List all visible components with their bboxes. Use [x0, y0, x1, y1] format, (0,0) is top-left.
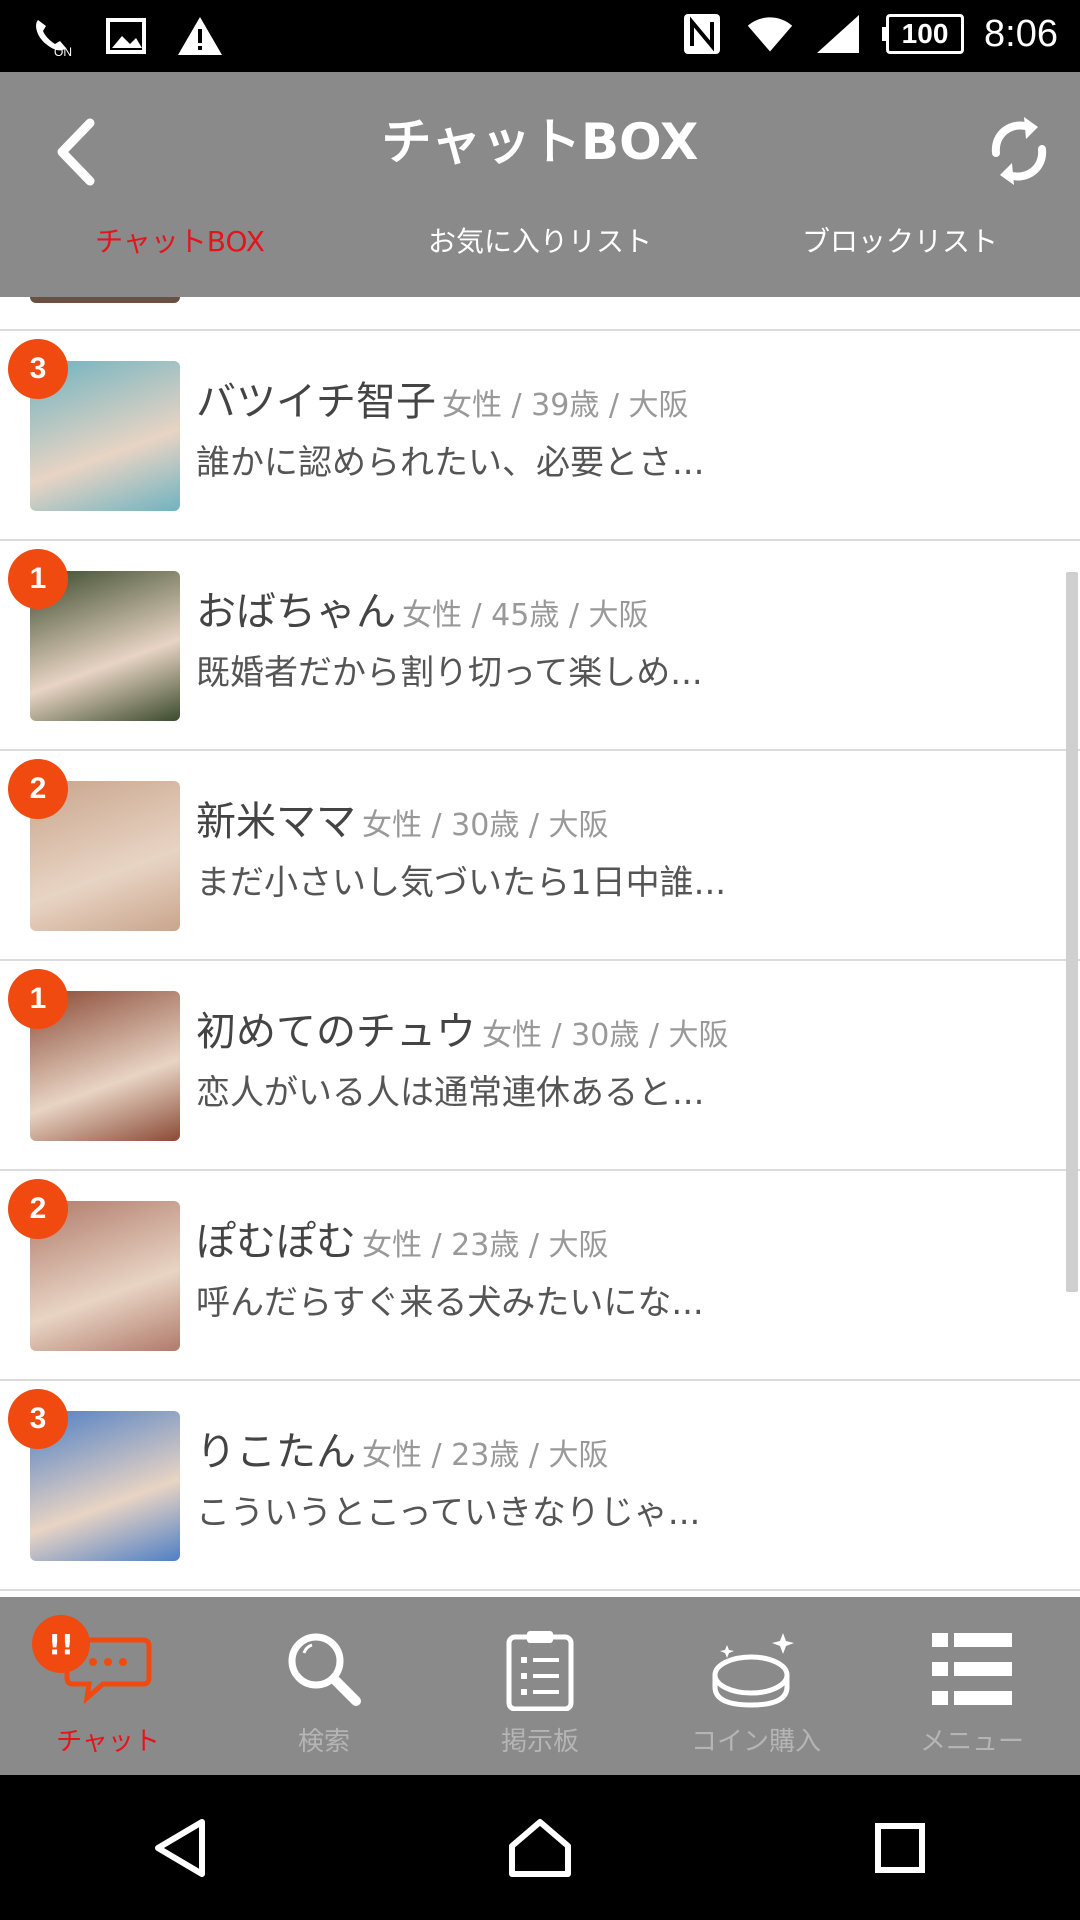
tab-block-list[interactable]: ブロックリスト [720, 212, 1080, 272]
list-item[interactable]: 3 バツイチ智子 女性 / 39歳 / 大阪 誰かに認められたい、必要とさ... [0, 331, 1080, 541]
system-nav-bar [0, 1775, 1080, 1920]
nav-label: コイン購入 [690, 1727, 821, 1757]
list-item[interactable]: 1 初めてのチュウ 女性 / 30歳 / 大阪 恋人がいる人は通常連休あると... [0, 961, 1080, 1171]
svg-text:ON: ON [54, 45, 72, 58]
chat-list[interactable]: 3 バツイチ智子 女性 / 39歳 / 大阪 誰かに認められたい、必要とさ... … [0, 297, 1080, 1597]
unread-badge: 3 [8, 339, 68, 399]
nav-search[interactable]: 検索 [216, 1597, 432, 1775]
unread-badge: 3 [8, 1389, 68, 1449]
refresh-button[interactable] [974, 106, 1064, 196]
user-name: ぽむぽむ [196, 1219, 356, 1265]
user-name: 初めてのチュウ [196, 1009, 476, 1055]
nav-label: 掲示板 [500, 1727, 579, 1757]
unread-badge: 2 [8, 1179, 68, 1239]
scrollbar[interactable] [1066, 572, 1078, 1292]
message-preview: 既婚者だから割り切って楽しめ... [196, 653, 703, 693]
tab-chat-box[interactable]: チャットBOX [0, 212, 360, 272]
nav-label: 検索 [297, 1727, 350, 1757]
page-title: チャットBOX [381, 113, 699, 171]
refresh-icon [991, 117, 1047, 185]
battery-level: 100 [886, 14, 965, 54]
list-item[interactable]: 2 新米ママ 女性 / 30歳 / 大阪 まだ小さいし気づいたら1日中誰... [0, 751, 1080, 961]
nav-chat[interactable]: !! チャット [0, 1597, 216, 1775]
signal-icon [814, 10, 862, 58]
wifi-icon [746, 10, 794, 58]
nfc-icon [678, 10, 726, 58]
user-meta: 女性 / 30歳 / 大阪 [362, 808, 609, 843]
list-item[interactable]: 2 ぽむぽむ 女性 / 23歳 / 大阪 呼んだらすぐ来る犬みたいにな... [0, 1171, 1080, 1381]
recents-icon[interactable] [850, 1798, 950, 1898]
message-preview: 誰かに認められたい、必要とさ... [196, 443, 705, 483]
nav-board[interactable]: 掲示板 [432, 1597, 648, 1775]
unread-badge: 1 [8, 549, 68, 609]
message-preview: 呼んだらすぐ来る犬みたいにな... [196, 1283, 704, 1323]
message-preview: こういうとこっていきなりじゃ... [196, 1493, 701, 1533]
user-name: りこたん [196, 1429, 356, 1475]
coin-icon [706, 1619, 806, 1719]
wifi-calling-on-icon: ON [28, 12, 76, 60]
user-name: おばちゃん [196, 589, 396, 635]
user-name: バツイチ智子 [196, 379, 436, 425]
tab-bar: チャットBOX お気に入りリスト ブロックリスト [0, 212, 1080, 272]
menu-list-icon [922, 1619, 1022, 1719]
user-meta: 女性 / 45歳 / 大阪 [402, 598, 649, 633]
user-name: 新米ママ [196, 799, 356, 845]
back-icon[interactable] [130, 1798, 230, 1898]
user-meta: 女性 / 23歳 / 大阪 [362, 1438, 609, 1473]
clock: 8:06 [984, 12, 1058, 55]
nav-badge: !! [32, 1615, 90, 1673]
list-item[interactable] [0, 297, 1080, 331]
battery-indicator: 100 [882, 14, 965, 54]
list-item[interactable]: 3 りこたん 女性 / 23歳 / 大阪 こういうとこっていきなりじゃ... [0, 1381, 1080, 1591]
nav-label: チャット [56, 1727, 160, 1757]
user-meta: 女性 / 23歳 / 大阪 [362, 1228, 609, 1263]
app-header: チャットBOX チャットBOX お気に入りリスト ブロックリスト [0, 72, 1080, 297]
nav-label: メニュー [919, 1727, 1024, 1757]
search-icon [274, 1619, 374, 1719]
unread-badge: 1 [8, 969, 68, 1029]
message-preview: 恋人がいる人は通常連休あると... [196, 1073, 705, 1113]
image-icon [102, 12, 150, 60]
nav-buy-coins[interactable]: コイン購入 [648, 1597, 864, 1775]
user-meta: 女性 / 39歳 / 大阪 [442, 388, 689, 423]
home-icon[interactable] [490, 1798, 590, 1898]
status-bar: ON 100 8:06 [0, 0, 1080, 72]
bottom-nav: !! チャット 検索 掲示板 コイン購入 メニュー [0, 1597, 1080, 1775]
unread-badge: 2 [8, 759, 68, 819]
nav-menu[interactable]: メニュー [864, 1597, 1080, 1775]
tab-favorites[interactable]: お気に入りリスト [360, 212, 720, 272]
user-meta: 女性 / 30歳 / 大阪 [482, 1018, 729, 1053]
message-preview: まだ小さいし気づいたら1日中誰... [196, 863, 727, 903]
list-item[interactable]: 1 おばちゃん 女性 / 45歳 / 大阪 既婚者だから割り切って楽しめ... [0, 541, 1080, 751]
clipboard-icon [490, 1619, 590, 1719]
avatar [30, 297, 180, 303]
warning-icon [176, 12, 224, 60]
